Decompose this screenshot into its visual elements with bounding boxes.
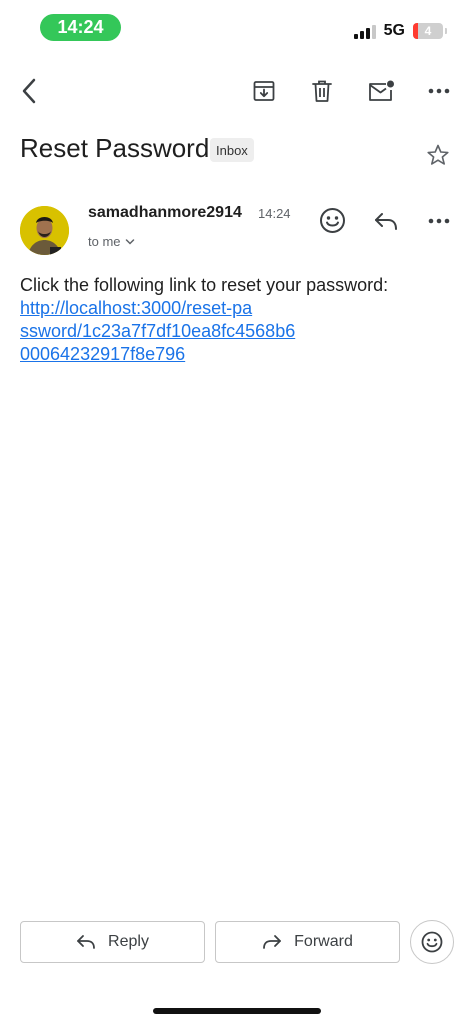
mark-unread-icon bbox=[369, 80, 394, 101]
reply-button[interactable]: Reply bbox=[20, 921, 205, 963]
message-more-button[interactable] bbox=[424, 206, 454, 236]
link-line: http://localhost:3000/reset-pa bbox=[20, 298, 253, 318]
sender-name[interactable]: samadhanmore2914 bbox=[88, 204, 242, 222]
delete-button[interactable] bbox=[308, 76, 336, 106]
email-time: 14:24 bbox=[258, 206, 291, 221]
status-indicators: 5G 4 bbox=[353, 18, 447, 44]
reply-icon-button[interactable] bbox=[370, 206, 402, 236]
back-icon bbox=[22, 78, 36, 104]
back-button[interactable] bbox=[14, 76, 44, 106]
star-button[interactable] bbox=[426, 143, 450, 172]
recipients-toggle[interactable]: to me bbox=[88, 234, 135, 249]
cellular-signal-icon bbox=[353, 23, 376, 39]
star-icon bbox=[427, 144, 449, 165]
link-line: ssword/1c23a7f7df10ea8fc4568b6 bbox=[20, 321, 296, 341]
avatar-image bbox=[20, 206, 69, 255]
emoji-icon bbox=[319, 207, 345, 233]
battery-level: 4 bbox=[424, 24, 432, 38]
archive-button[interactable] bbox=[250, 76, 278, 106]
reply-icon bbox=[375, 213, 397, 230]
emoji-icon bbox=[421, 931, 443, 953]
reply-icon bbox=[77, 935, 95, 949]
forward-button[interactable]: Forward bbox=[215, 921, 400, 963]
archive-icon bbox=[253, 81, 275, 101]
mark-unread-button[interactable] bbox=[365, 76, 397, 106]
body-text: Click the following link to reset your p… bbox=[20, 275, 389, 295]
battery-icon: 4 bbox=[413, 23, 447, 39]
status-time: 14:24 bbox=[40, 14, 121, 41]
email-body: Click the following link to reset your p… bbox=[20, 274, 420, 366]
label-chip[interactable]: Inbox bbox=[210, 138, 254, 162]
link-line: 00064232917f8e796 bbox=[20, 344, 186, 364]
trash-icon bbox=[312, 80, 332, 102]
add-reaction-button[interactable] bbox=[316, 204, 348, 236]
react-button[interactable] bbox=[410, 920, 454, 964]
more-icon bbox=[428, 218, 450, 224]
network-type: 5G bbox=[383, 22, 405, 39]
chevron-down-icon bbox=[125, 238, 134, 245]
reset-password-link[interactable]: http://localhost:3000/reset-pa ssword/1c… bbox=[20, 297, 420, 366]
forward-label: Forward bbox=[294, 933, 353, 950]
home-indicator[interactable] bbox=[153, 1008, 321, 1014]
forward-icon bbox=[263, 935, 282, 949]
more-options-button[interactable] bbox=[424, 76, 454, 106]
reply-label: Reply bbox=[108, 933, 149, 950]
sender-avatar[interactable] bbox=[20, 206, 69, 255]
recipients-label: to me bbox=[88, 234, 121, 249]
email-subject: Reset Password bbox=[20, 133, 210, 163]
more-icon bbox=[428, 88, 450, 94]
